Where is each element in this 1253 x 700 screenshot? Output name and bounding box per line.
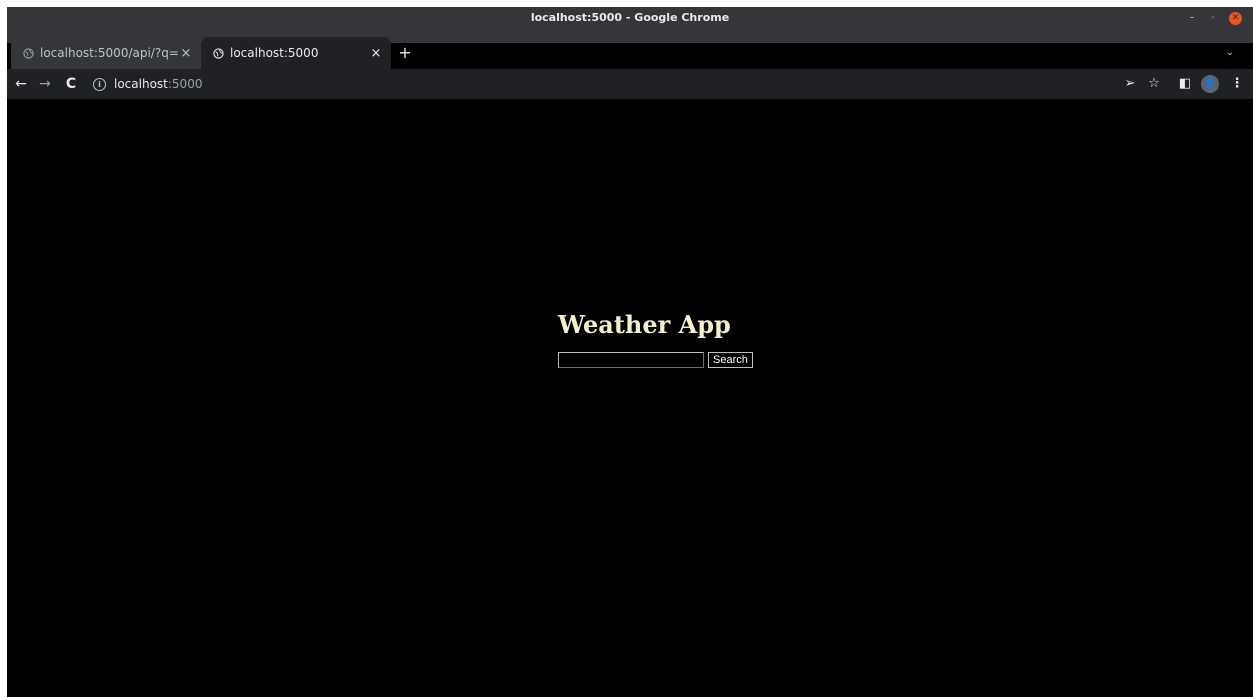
search-form: Search: [558, 352, 753, 368]
window-title: localhost:5000 - Google Chrome: [530, 11, 730, 24]
tab-close-icon[interactable]: ×: [179, 46, 193, 61]
tab-api[interactable]: localhost:5000/api/?q=La ×: [11, 37, 201, 69]
forward-icon[interactable]: →: [35, 74, 55, 94]
tab-localhost[interactable]: localhost:5000 ×: [201, 37, 391, 69]
back-icon[interactable]: ←: [11, 74, 31, 94]
tab-search-icon[interactable]: ⌄: [1222, 45, 1238, 61]
bookmark-star-icon[interactable]: ☆: [1144, 74, 1164, 94]
browser-window: localhost:5000 - Google Chrome – ◦ ✕ loc…: [7, 7, 1253, 697]
page-title: Weather App: [558, 310, 731, 339]
side-panel-icon[interactable]: ◧: [1175, 74, 1195, 94]
new-tab-button[interactable]: +: [395, 43, 415, 63]
send-icon[interactable]: ➢: [1120, 74, 1140, 94]
page-viewport: Weather App Search: [7, 100, 1253, 697]
close-window-icon[interactable]: ✕: [1229, 12, 1242, 25]
minimize-icon[interactable]: –: [1185, 11, 1199, 25]
weather-app: Weather App Search: [558, 310, 753, 368]
globe-icon: [213, 47, 224, 59]
maximize-icon[interactable]: ◦: [1206, 11, 1220, 25]
info-icon[interactable]: i: [93, 77, 106, 91]
reload-icon[interactable]: C: [61, 74, 81, 94]
search-button[interactable]: Search: [708, 352, 753, 368]
tab-label: localhost:5000: [230, 46, 319, 60]
screen: localhost:5000 - Google Chrome – ◦ ✕ loc…: [0, 0, 1253, 700]
url-host: localhost: [114, 77, 168, 91]
address-bar[interactable]: i localhost:5000: [93, 73, 1113, 95]
tab-close-icon[interactable]: ×: [369, 46, 383, 61]
tab-label: localhost:5000/api/?q=La: [40, 46, 179, 60]
url-port: :5000: [167, 77, 203, 91]
menu-icon[interactable]: ⋮: [1227, 74, 1247, 94]
toolbar: ← → C i localhost:5000 ➢ ☆ ◧ 👤 ⋮: [7, 69, 1253, 100]
profile-icon[interactable]: 👤: [1201, 75, 1219, 93]
globe-icon: [23, 47, 34, 59]
search-input[interactable]: [558, 352, 704, 368]
